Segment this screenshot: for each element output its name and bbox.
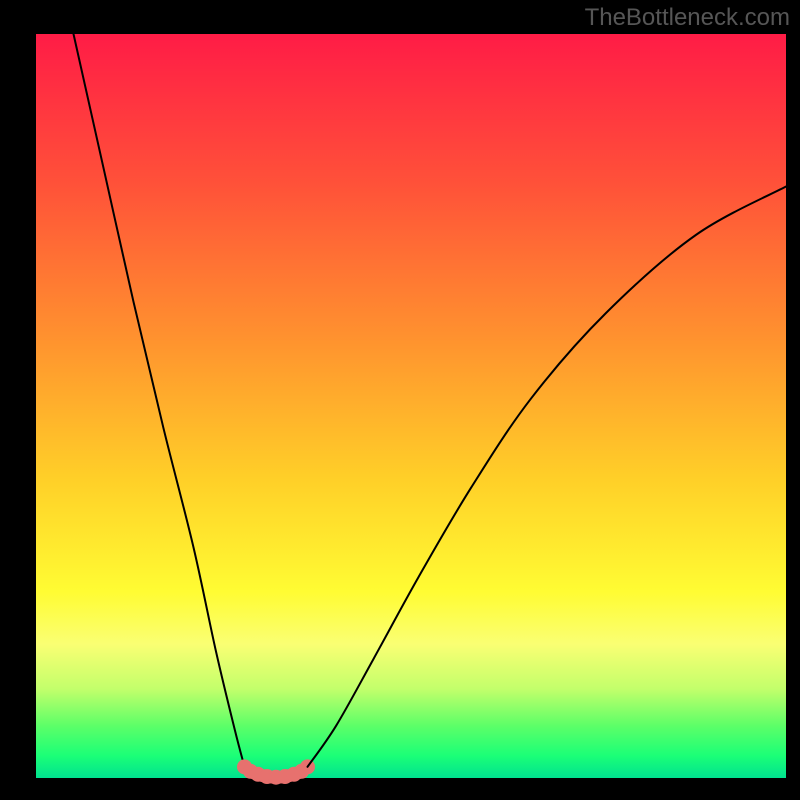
watermark-text: TheBottleneck.com [585, 4, 790, 32]
plot-area [36, 34, 786, 778]
chart-svg [0, 0, 800, 800]
chart-container: TheBottleneck.com [0, 0, 800, 800]
